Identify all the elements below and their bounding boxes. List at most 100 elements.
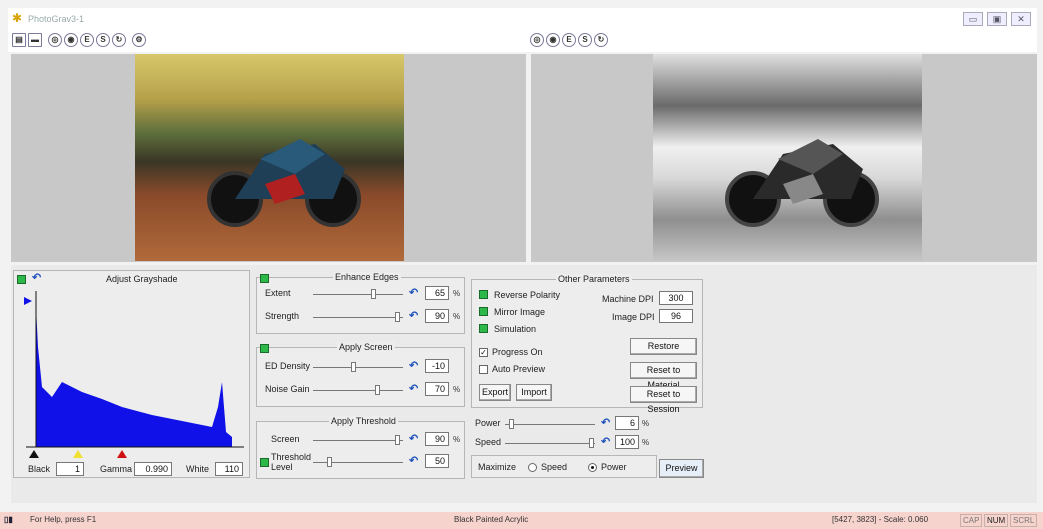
progress-on-checkbox[interactable]: ✓ (479, 348, 488, 357)
sharpen-icon-right[interactable]: S (578, 33, 592, 47)
gamma-value[interactable]: 0.990 (134, 462, 172, 476)
threshold-led[interactable] (260, 458, 269, 467)
engraving-preview-pane[interactable] (531, 54, 1037, 262)
screen-undo-icon[interactable]: ↶ (409, 432, 418, 445)
strength-undo-icon[interactable]: ↶ (409, 309, 418, 322)
noise-gain-unit: % (453, 385, 461, 394)
maximize-power-radio[interactable] (588, 463, 597, 472)
view-split-icon[interactable]: ▤ (12, 33, 26, 47)
settings-icon[interactable]: ⚙ (132, 33, 146, 47)
simulation-led[interactable] (479, 324, 488, 333)
power-unit: % (642, 419, 650, 428)
status-icons: ▯▮ (4, 515, 13, 524)
export-button[interactable]: Export (479, 384, 511, 401)
strength-slider[interactable] (313, 312, 403, 322)
ed-density-label: ED Density (265, 361, 311, 371)
power-slider-thumb[interactable] (509, 419, 514, 429)
status-scrl: SCRL (1010, 514, 1038, 527)
noise-gain-label: Noise Gain (265, 384, 310, 394)
minimize-button[interactable]: ▭ (963, 12, 983, 26)
ed-density-value[interactable]: -10 (425, 359, 449, 373)
black-point-marker (29, 450, 39, 458)
status-cap: CAP (960, 514, 983, 527)
simulation-label: Simulation (494, 324, 537, 334)
extent-slider-thumb[interactable] (371, 289, 376, 299)
white-label: White (186, 464, 210, 474)
threshold-undo-icon[interactable]: ↶ (409, 454, 418, 467)
white-point-marker (117, 450, 127, 458)
app-icon: ✱ (12, 11, 23, 25)
maximize-speed-radio[interactable] (528, 463, 537, 472)
speed-undo-icon[interactable]: ↶ (601, 435, 610, 448)
equalize-icon[interactable]: E (80, 33, 94, 47)
maximize-power-label: Power (601, 462, 627, 472)
extent-value[interactable]: 65 (425, 286, 449, 300)
speed-label: Speed (475, 437, 502, 447)
speed-slider-thumb[interactable] (589, 438, 594, 448)
maximize-button[interactable]: ▣ (987, 12, 1007, 26)
zoom-in-icon-right[interactable]: ◎ (530, 33, 544, 47)
strength-value[interactable]: 90 (425, 309, 449, 323)
strength-slider-thumb[interactable] (395, 312, 400, 322)
other-parameters-title: Other Parameters (556, 274, 632, 284)
screen-label: Screen (271, 434, 300, 444)
ed-density-slider-thumb[interactable] (351, 362, 356, 372)
mirror-image-led[interactable] (479, 307, 488, 316)
level-markers[interactable] (28, 449, 138, 459)
noise-gain-slider-thumb[interactable] (375, 385, 380, 395)
refresh-icon[interactable]: ↻ (112, 33, 126, 47)
equalize-icon-right[interactable]: E (562, 33, 576, 47)
apply-screen-group: Apply Screen ED Density ↶ -10 Noise Gain… (256, 342, 465, 407)
white-value[interactable]: 110 (215, 462, 243, 476)
noise-gain-slider[interactable] (313, 385, 403, 395)
threshold-value[interactable]: 50 (425, 454, 449, 468)
threshold-slider-thumb[interactable] (327, 457, 332, 467)
noise-gain-value[interactable]: 70 (425, 382, 449, 396)
maximize-label: Maximize (478, 462, 517, 472)
screen-slider[interactable] (313, 435, 403, 445)
power-undo-icon[interactable]: ↶ (601, 416, 610, 429)
image-dpi-value[interactable]: 96 (659, 309, 693, 323)
black-value[interactable]: 1 (56, 462, 84, 476)
speed-slider[interactable] (505, 438, 595, 448)
close-button[interactable]: ✕ (1011, 12, 1031, 26)
preview-button[interactable]: Preview (659, 459, 704, 478)
grayshade-undo-icon[interactable]: ↶ (32, 271, 41, 284)
extent-undo-icon[interactable]: ↶ (409, 286, 418, 299)
sharpen-icon[interactable]: S (96, 33, 110, 47)
enhance-edges-led[interactable] (260, 274, 269, 283)
toolbar: ▤ ▬ ◎ ◉ E S ↻ ⚙ ◎ ◉ E S ↻ (8, 30, 1037, 52)
zoom-in-icon[interactable]: ◎ (48, 33, 62, 47)
ed-density-slider[interactable] (313, 362, 403, 372)
reset-to-session-button[interactable]: Reset to Session (630, 386, 697, 414)
machine-dpi-label: Machine DPI (602, 294, 654, 304)
gamma-marker (73, 450, 83, 458)
ed-density-undo-icon[interactable]: ↶ (409, 359, 418, 372)
import-button[interactable]: Import (516, 384, 552, 401)
view-single-icon[interactable]: ▬ (28, 33, 42, 47)
gamma-label: Gamma (100, 464, 133, 474)
threshold-slider[interactable] (313, 457, 403, 467)
restore-button[interactable]: Restore (630, 338, 697, 355)
power-value[interactable]: 6 (615, 416, 639, 430)
power-slider[interactable] (505, 419, 595, 429)
screen-slider-thumb[interactable] (395, 435, 400, 445)
zoom-fit-icon[interactable]: ◉ (64, 33, 78, 47)
motorcycle-grayscale-illustration (725, 139, 879, 227)
extent-slider[interactable] (313, 289, 403, 299)
speed-value[interactable]: 100 (615, 435, 639, 449)
mirror-image-label: Mirror Image (494, 307, 546, 317)
original-image-pane[interactable] (11, 54, 526, 262)
refresh-icon-right[interactable]: ↻ (594, 33, 608, 47)
apply-screen-led[interactable] (260, 344, 269, 353)
grayshade-enable-led[interactable] (17, 275, 26, 284)
zoom-fit-icon-right[interactable]: ◉ (546, 33, 560, 47)
maximize-group: Maximize Speed Power (471, 455, 657, 478)
noise-gain-undo-icon[interactable]: ↶ (409, 382, 418, 395)
auto-preview-checkbox[interactable] (479, 365, 488, 374)
auto-preview-label: Auto Preview (492, 364, 546, 374)
reverse-polarity-led[interactable] (479, 290, 488, 299)
screen-value[interactable]: 90 (425, 432, 449, 446)
reset-to-material-button[interactable]: Reset to Material (630, 362, 697, 390)
machine-dpi-value[interactable]: 300 (659, 291, 693, 305)
